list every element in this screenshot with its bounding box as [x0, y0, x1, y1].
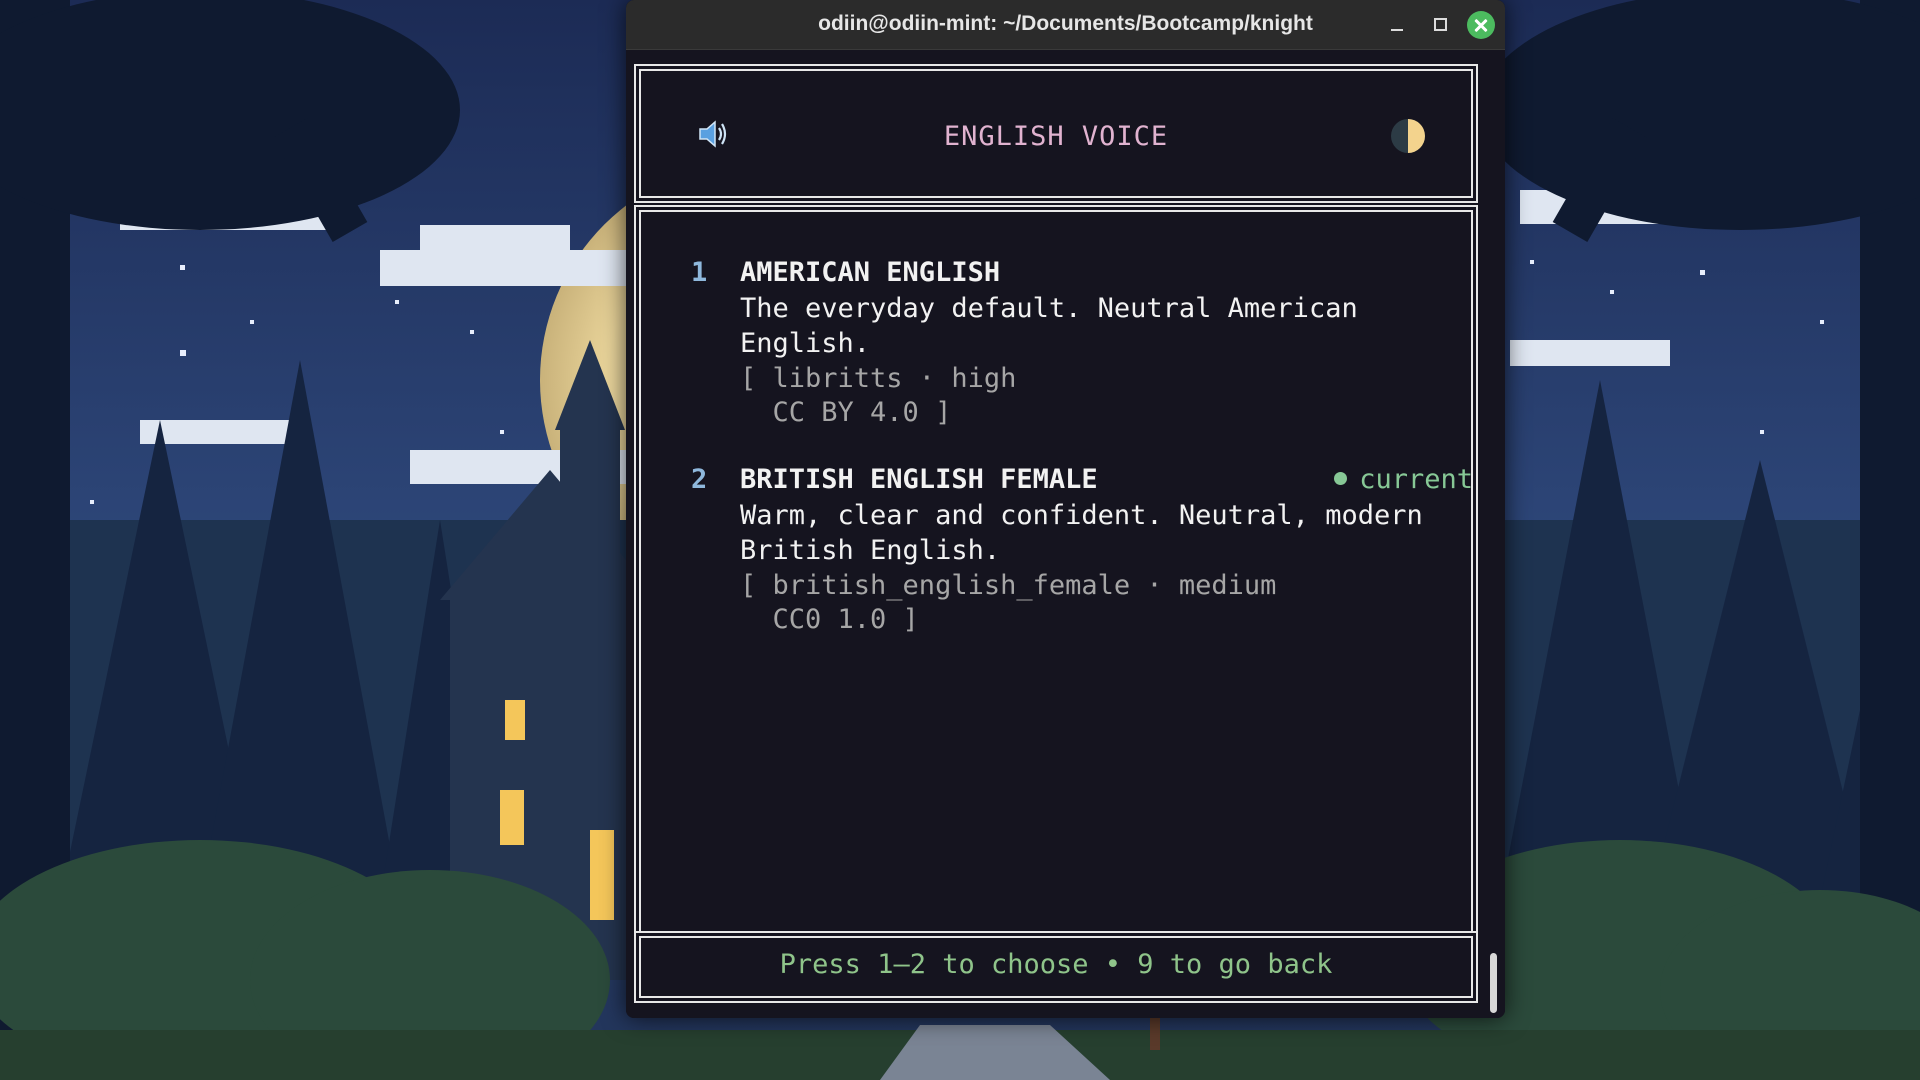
- terminal-scrollbar[interactable]: [1490, 953, 1497, 1013]
- voice-license: CC0 1.0 ]: [740, 604, 919, 635]
- voice-name: AMERICAN ENGLISH: [740, 257, 1001, 288]
- voice-license: CC BY 4.0 ]: [740, 397, 952, 428]
- voice-description: Warm, clear and confident. Neutral, mode…: [740, 500, 1423, 566]
- window-title: odiin@odiin-mint: ~/Documents/Bootcamp/k…: [818, 12, 1313, 35]
- terminal-window[interactable]: odiin@odiin-mint: ~/Documents/Bootcamp/k…: [626, 0, 1505, 1018]
- current-label: current: [1359, 464, 1473, 495]
- window-titlebar[interactable]: odiin@odiin-mint: ~/Documents/Bootcamp/k…: [626, 0, 1505, 50]
- page-title: ENGLISH VOICE: [943, 121, 1169, 152]
- close-button[interactable]: [1467, 11, 1495, 39]
- footer-hint: Press 1–2 to choose • 9 to go back: [779, 949, 1333, 980]
- maximize-button[interactable]: [1426, 12, 1452, 38]
- voice-name: BRITISH ENGLISH FEMALE: [740, 464, 1098, 495]
- footer-panel: Press 1–2 to choose • 9 to go back: [634, 931, 1478, 1003]
- voice-option-british-english-female[interactable]: 2 BRITISH ENGLISH FEMALE current Warm, c…: [641, 464, 1485, 635]
- voice-list-panel: 1 AMERICAN ENGLISH The everyday default.…: [634, 205, 1478, 982]
- voice-description: The everyday default. Neutral American E…: [740, 293, 1358, 359]
- voice-option-american-english[interactable]: 1 AMERICAN ENGLISH The everyday default.…: [641, 257, 1485, 428]
- option-number: 2: [691, 464, 708, 495]
- voice-model-info: [ british_english_female · medium: [740, 570, 1277, 601]
- current-dot-icon: [1334, 472, 1348, 485]
- voice-model-info: [ libritts · high: [740, 363, 1017, 394]
- header-panel: ENGLISH VOICE: [634, 64, 1478, 203]
- minimize-button[interactable]: [1384, 12, 1410, 38]
- current-badge: current: [1334, 464, 1473, 495]
- option-number: 1: [691, 257, 708, 288]
- moon-icon: [1391, 119, 1425, 153]
- terminal-content[interactable]: ENGLISH VOICE 1 AMERICAN ENGLISH The eve…: [626, 50, 1505, 1018]
